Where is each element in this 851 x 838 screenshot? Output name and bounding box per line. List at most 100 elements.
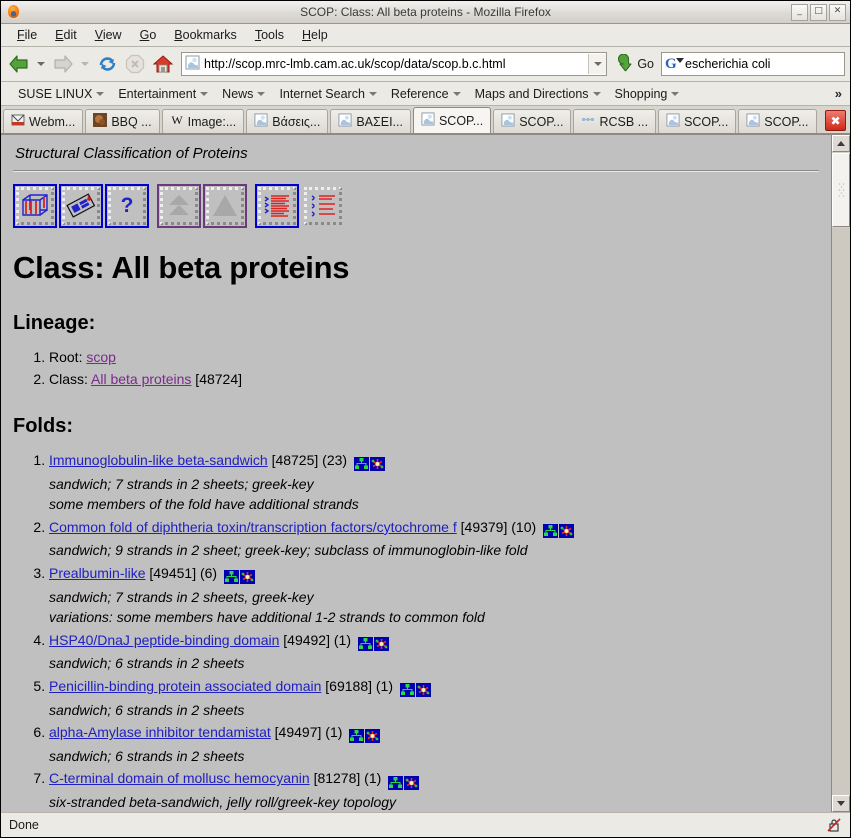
url-bar[interactable]: http://scop.mrc-lmb.cam.ac.uk/scop/data/… — [181, 52, 608, 76]
lineage-link-class[interactable]: All beta proteins — [91, 371, 191, 387]
menu-tools[interactable]: Tools — [247, 26, 292, 44]
fold-link[interactable]: HSP40/DnaJ peptide-binding domain — [49, 632, 279, 648]
fold-count: (1) — [325, 724, 343, 741]
tab-label: ΒΑΣΕΙ... — [356, 114, 403, 129]
go-label: Go — [637, 57, 654, 71]
hierarchy-tree-icon[interactable] — [388, 775, 404, 790]
menu-view[interactable]: View — [87, 26, 130, 44]
search-input[interactable]: escherichia coli — [685, 57, 770, 71]
fold-sunid: [49379] — [460, 518, 508, 535]
hierarchy-tree-icon[interactable] — [224, 570, 239, 585]
hierarchy-tree-icon[interactable] — [543, 524, 559, 539]
chevron-down-icon — [96, 91, 105, 96]
diagram-icon[interactable] — [59, 184, 103, 228]
tab-scop-4[interactable]: SCOP... — [738, 109, 817, 133]
bookmark-news[interactable]: News — [215, 85, 272, 103]
fold-link[interactable]: Immunoglobulin-like beta-sandwich — [49, 452, 268, 468]
fold-link[interactable]: Penicillin-binding protein associated do… — [49, 678, 321, 694]
google-icon[interactable]: G — [665, 56, 684, 72]
close-tab-button[interactable]: ✖ — [825, 110, 846, 131]
stop-icon — [122, 51, 148, 77]
molecule-icon[interactable] — [559, 524, 575, 539]
molecule-icon[interactable] — [369, 457, 385, 472]
molecule-icon[interactable] — [415, 683, 431, 698]
reload-icon[interactable] — [94, 51, 120, 77]
tab-bbq[interactable]: BBQ ... — [85, 109, 160, 133]
hierarchy-tree-icon[interactable] — [349, 729, 365, 744]
fold-sunid: [49451] — [149, 565, 197, 582]
scroll-down-icon[interactable] — [832, 795, 850, 812]
tab-scop-2[interactable]: SCOP... — [493, 109, 572, 133]
bookmark-reference[interactable]: Reference — [384, 85, 468, 103]
tab-vaseis-caps[interactable]: ΒΑΣΕΙ... — [330, 109, 411, 133]
bookmark-shopping[interactable]: Shopping — [608, 85, 687, 103]
bookmark-internet-search[interactable]: Internet Search — [272, 85, 383, 103]
scroll-up-icon[interactable] — [832, 135, 850, 152]
page-icon — [746, 113, 760, 130]
fold-sunid: [49497] — [274, 724, 322, 741]
bookmark-suse-linux[interactable]: SUSE LINUX — [11, 85, 111, 103]
cube-lattice-icon[interactable] — [13, 184, 57, 228]
close-button[interactable]: ✕ — [829, 3, 846, 21]
tab-label: Βάσεις... — [272, 114, 321, 129]
fold-link[interactable]: Common fold of diphtheria toxin/transcri… — [49, 519, 457, 535]
tab-webmail[interactable]: Webm... — [3, 109, 84, 133]
bookmark-maps-and-directions[interactable]: Maps and Directions — [468, 85, 608, 103]
tab-rcsb[interactable]: RCSB ... — [573, 109, 657, 133]
bookmarks-overflow-button[interactable]: » — [827, 86, 850, 101]
svg-text:?: ? — [121, 194, 134, 217]
molecule-icon[interactable] — [404, 775, 420, 790]
scroll-thumb[interactable] — [832, 153, 850, 227]
hierarchy-tree-icon[interactable] — [357, 637, 373, 652]
molecule-icon[interactable] — [240, 570, 255, 585]
home-icon[interactable] — [150, 51, 176, 77]
triangle-icon[interactable] — [203, 184, 247, 228]
tab-scop-active[interactable]: SCOP... — [412, 107, 492, 133]
molecule-icon[interactable] — [373, 637, 389, 652]
lineage-link-root[interactable]: scop — [86, 349, 116, 365]
molecule-icon[interactable] — [365, 729, 381, 744]
back-history-caret[interactable] — [37, 62, 45, 66]
fold-link[interactable]: Prealbumin-like — [49, 565, 145, 581]
fold-link[interactable]: alpha-Amylase inhibitor tendamistat — [49, 724, 271, 740]
minimize-button[interactable]: _ — [791, 3, 808, 21]
no-encryption-icon[interactable] — [826, 817, 842, 833]
back-arrow-icon[interactable] — [6, 51, 32, 77]
menu-file[interactable]: File — [9, 26, 45, 44]
maximize-button[interactable]: □ — [810, 3, 827, 21]
content-area: Structural Classification of Proteins ? … — [1, 134, 850, 812]
vertical-scrollbar[interactable] — [831, 135, 850, 812]
sequence-icon[interactable] — [301, 184, 345, 228]
up-triangles-icon[interactable] — [157, 184, 201, 228]
tab-vaseis[interactable]: Βάσεις... — [246, 109, 329, 133]
tab-label: Image:... — [187, 114, 237, 129]
menu-edit[interactable]: Edit — [47, 26, 85, 44]
url-dropdown-icon[interactable] — [588, 54, 607, 74]
alignment-icon[interactable] — [255, 184, 299, 228]
bookmarks-toolbar: SUSE LINUX Entertainment News Internet S… — [1, 82, 850, 106]
menu-go[interactable]: Go — [132, 26, 165, 44]
fold-description: sandwich; 6 strands in 2 sheets — [49, 747, 245, 764]
url-text[interactable]: http://scop.mrc-lmb.cam.ac.uk/scop/data/… — [204, 57, 588, 71]
fold-link[interactable]: C-terminal domain of mollusc hemocyanin — [49, 770, 310, 786]
fold-description: six-stranded beta-sandwich, jelly roll/g… — [49, 793, 397, 810]
bookmark-entertainment[interactable]: Entertainment — [111, 85, 215, 103]
go-button[interactable]: Go — [612, 52, 659, 75]
menu-bookmarks[interactable]: Bookmarks — [166, 26, 245, 44]
tab-wikipedia-image[interactable]: W Image:... — [161, 109, 245, 133]
question-mark-icon[interactable]: ? — [105, 184, 149, 228]
menu-help[interactable]: Help — [294, 26, 336, 44]
search-bar[interactable]: G escherichia coli — [661, 52, 845, 76]
list-item: C-terminal domain of mollusc hemocyanin … — [49, 768, 819, 812]
scroll-track[interactable] — [832, 228, 850, 795]
chevron-down-icon — [671, 91, 680, 96]
folds-heading: Folds: — [13, 415, 73, 438]
hierarchy-tree-icon[interactable] — [353, 457, 369, 472]
lineage-prefix: Root: — [49, 349, 87, 365]
lineage-prefix: Class: — [49, 370, 92, 387]
menu-bar: File Edit View Go Bookmarks Tools Help — [1, 24, 850, 47]
title-bar: SCOP: Class: All beta proteins - Mozilla… — [1, 1, 850, 24]
hierarchy-tree-icon[interactable] — [399, 683, 415, 698]
page-icon — [666, 113, 680, 130]
tab-scop-3[interactable]: SCOP... — [658, 109, 737, 133]
